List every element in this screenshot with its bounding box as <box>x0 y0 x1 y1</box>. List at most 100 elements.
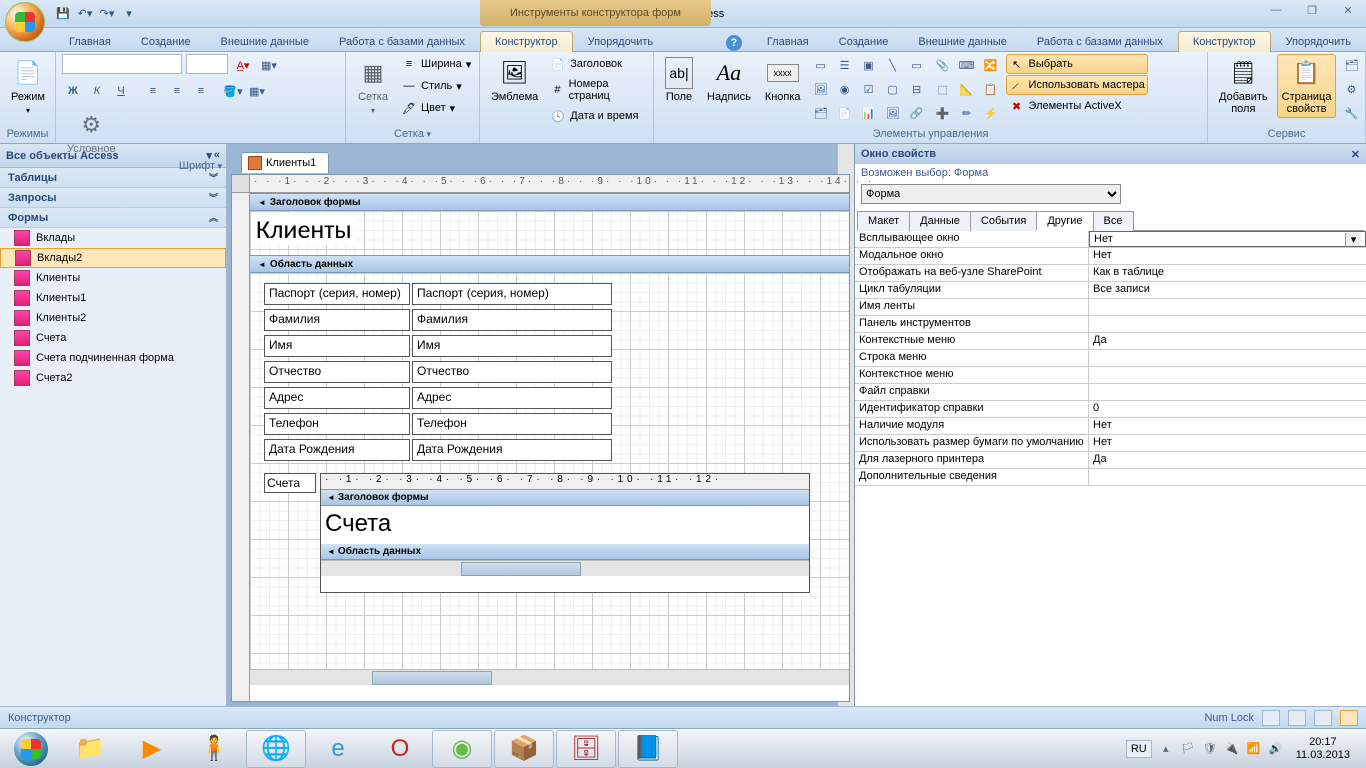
ctrl-option-icon[interactable]: ◉ <box>834 78 856 100</box>
tool-extra2-icon[interactable]: ⚙ <box>1340 78 1362 100</box>
property-row[interactable]: Панель инструментов <box>855 316 1366 333</box>
font-size-select[interactable] <box>186 54 228 74</box>
view-button[interactable]: 📄 Режим ▾ <box>6 54 50 120</box>
ruler-corner[interactable] <box>232 175 250 193</box>
cmdbutton-button[interactable]: xxxxКнопка <box>760 54 806 106</box>
field-label[interactable]: Паспорт (серия, номер) <box>264 283 410 305</box>
nav-item[interactable]: Вклады <box>0 228 226 248</box>
property-row[interactable]: Для лазерного принтераДа <box>855 452 1366 469</box>
activex-button[interactable]: ✖Элементы ActiveX <box>1006 96 1148 116</box>
ctrl-page-icon[interactable]: 📄 <box>834 102 856 124</box>
ctrl-chart-icon[interactable]: 📊 <box>858 102 880 124</box>
field-row[interactable]: ТелефонТелефон <box>264 413 612 435</box>
field-control[interactable]: Телефон <box>412 413 612 435</box>
window-close-icon[interactable]: ✕ <box>1336 4 1360 17</box>
ribbon-tab-3[interactable]: Работа с базами данных <box>1022 31 1178 52</box>
form-header-section[interactable]: Заголовок формы <box>250 193 849 211</box>
ribbon-tab[interactable]: Внешние данные <box>206 31 324 52</box>
controls-gallery-2[interactable]: 📎 ⌨ 🔀 ⬚ 📐 📋 ➕ ✏ ⚡ <box>932 54 1002 124</box>
ribbon-tab[interactable]: Работа с базами данных <box>324 31 480 52</box>
property-sheet-button[interactable]: 📋Страница свойств <box>1277 54 1337 118</box>
ctrl-check-icon[interactable]: ☑ <box>858 78 880 100</box>
property-row[interactable]: Контекстные менюДа <box>855 333 1366 350</box>
subform-control[interactable]: Заголовок формы Счета Область данных <box>320 473 810 593</box>
tool-extra3-icon[interactable]: 🔧 <box>1340 102 1362 124</box>
ctrl-toggle-icon[interactable]: ⊟ <box>906 78 928 100</box>
add-fields-button[interactable]: 🗒Добавить поля <box>1214 54 1273 118</box>
tool-extra1-icon[interactable]: 🗂 <box>1340 54 1362 76</box>
property-row[interactable]: Всплывающее окно▾Нет <box>855 231 1366 248</box>
textbox-button[interactable]: ab|Поле <box>660 54 698 106</box>
ribbon-tab-2[interactable]: Внешние данные <box>903 31 1021 52</box>
tray-clock[interactable]: 20:1711.03.2013 <box>1290 736 1356 762</box>
document-tab[interactable]: Клиенты1 <box>241 152 329 173</box>
taskbar-app1[interactable]: 🧍 <box>184 730 244 768</box>
window-restore-icon[interactable]: ❐ <box>1300 4 1324 17</box>
bold-button[interactable]: Ж <box>62 80 84 102</box>
field-label[interactable]: Телефон <box>264 413 410 435</box>
vertical-ruler[interactable] <box>232 193 250 701</box>
ribbon-tab-4[interactable]: Конструктор <box>1178 31 1271 52</box>
font-family-select[interactable] <box>62 54 182 74</box>
use-wizard-button[interactable]: 🪄Использовать мастера <box>1006 75 1148 95</box>
field-row[interactable]: ИмяИмя <box>264 335 612 357</box>
subform-label[interactable]: Счета <box>264 473 316 493</box>
field-control[interactable]: Адрес <box>412 387 612 409</box>
ctrl-rect-icon[interactable]: ▭ <box>906 54 928 76</box>
nav-item[interactable]: Клиенты2 <box>0 308 226 328</box>
pagenum-button[interactable]: #Номера страниц <box>547 76 647 104</box>
dropdown-icon[interactable]: ▾ <box>1345 233 1361 246</box>
nav-item[interactable]: Счета <box>0 328 226 348</box>
taskbar-ie[interactable]: e <box>308 730 368 768</box>
view-layout-icon[interactable] <box>1314 710 1332 726</box>
ctrl-optgroup-icon[interactable]: ▢ <box>882 78 904 100</box>
form-title-label[interactable]: Клиенты <box>252 213 356 245</box>
taskbar-virtualbox[interactable]: 📦 <box>494 730 554 768</box>
field-label[interactable]: Имя <box>264 335 410 357</box>
subform-ruler[interactable] <box>321 474 809 490</box>
qat-undo-icon[interactable]: ↶▾ <box>76 5 94 23</box>
taskbar-chrome[interactable]: 🌐 <box>246 730 306 768</box>
ctrl-bound-icon[interactable]: 🖼 <box>810 78 832 100</box>
field-row[interactable]: Дата РожденияДата Рождения <box>264 439 612 461</box>
tray-volume-icon[interactable]: 🔊 <box>1268 741 1284 757</box>
window-minimize-icon[interactable]: — <box>1264 4 1288 17</box>
start-button[interactable] <box>4 730 58 768</box>
propsheet-tab[interactable]: События <box>970 211 1037 231</box>
property-row[interactable]: Отображать на веб-узле SharePointКак в т… <box>855 265 1366 282</box>
field-control[interactable]: Имя <box>412 335 612 357</box>
help-icon[interactable]: ? <box>726 35 742 51</box>
propsheet-close-icon[interactable]: ✕ <box>1351 148 1360 161</box>
ribbon-tab[interactable]: Главная <box>54 31 126 52</box>
tray-flag-icon[interactable]: 🏳 <box>1180 741 1196 757</box>
detail-section[interactable]: Область данных <box>250 255 849 273</box>
ctrl-subform-icon[interactable]: ▣ <box>858 54 880 76</box>
ribbon-tab-5[interactable]: Упорядочить <box>1271 31 1366 52</box>
office-button[interactable] <box>5 2 45 42</box>
subform-hscroll[interactable] <box>321 560 809 576</box>
field-row[interactable]: ФамилияФамилия <box>264 309 612 331</box>
subform-detail-section[interactable]: Область данных <box>321 544 809 560</box>
view-design-icon[interactable] <box>1340 710 1358 726</box>
field-control[interactable]: Паспорт (серия, номер) <box>412 283 612 305</box>
subform-title[interactable]: Счета <box>321 506 809 542</box>
propsheet-tab[interactable]: Макет <box>857 211 910 231</box>
gridlines-dropdown-icon[interactable]: ▦▾ <box>258 54 280 76</box>
align-right-icon[interactable]: ≡ <box>190 80 212 102</box>
propsheet-tab[interactable]: Данные <box>909 211 971 231</box>
field-label[interactable]: Фамилия <box>264 309 410 331</box>
taskbar-mediaplayer[interactable]: ▶ <box>122 730 182 768</box>
align-left-icon[interactable]: ≡ <box>142 80 164 102</box>
navgroup-header[interactable]: Формы︽ <box>0 208 226 228</box>
taskbar-word[interactable]: 📘 <box>618 730 678 768</box>
ctrl-hyperlink-icon[interactable]: 🔗 <box>906 102 928 124</box>
grid-width-button[interactable]: ≡Ширина ▾ <box>398 54 474 74</box>
font-color-icon[interactable]: A̲▾ <box>232 54 254 76</box>
field-row[interactable]: ОтчествоОтчество <box>264 361 612 383</box>
field-label[interactable]: Отчество <box>264 361 410 383</box>
property-row[interactable]: Модальное окноНет <box>855 248 1366 265</box>
taskbar-opera[interactable]: O <box>370 730 430 768</box>
group-grid-label[interactable]: Сетка <box>352 126 473 143</box>
navgroup-header[interactable]: Запросы︾ <box>0 188 226 208</box>
form-header-area[interactable]: Клиенты <box>250 211 849 255</box>
